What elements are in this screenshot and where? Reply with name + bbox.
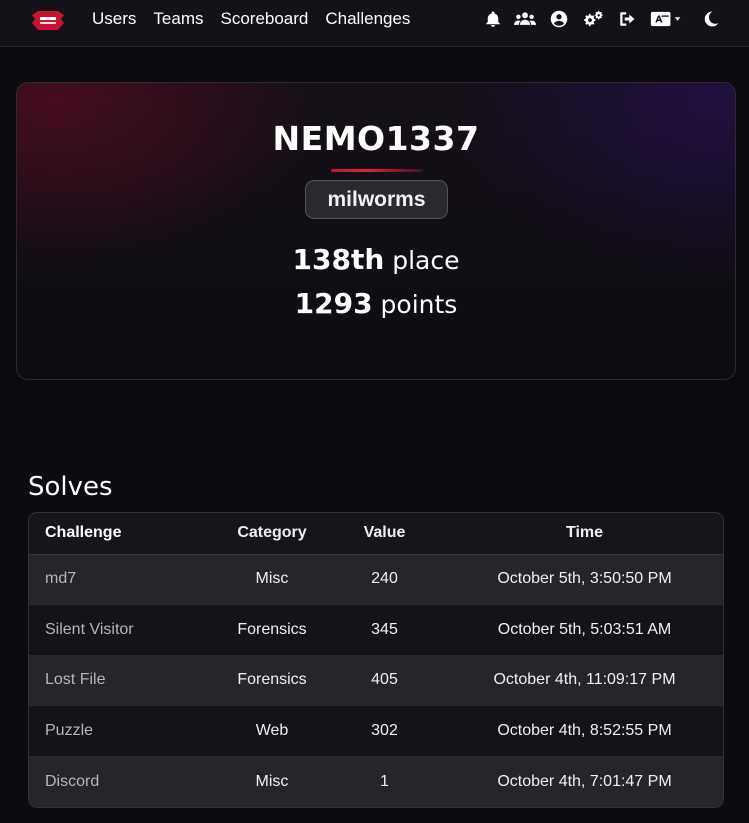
points-label: points bbox=[380, 290, 458, 319]
value-cell: 240 bbox=[323, 553, 446, 605]
moon-icon[interactable] bbox=[702, 10, 720, 28]
column-header-challenge[interactable]: Challenge bbox=[29, 513, 221, 555]
users-icon[interactable] bbox=[514, 10, 536, 28]
cogs-icon[interactable] bbox=[582, 10, 604, 28]
value-cell: 345 bbox=[323, 604, 446, 655]
time-cell: October 4th, 7:01:47 PM bbox=[446, 755, 723, 807]
points-stat: 1293 points bbox=[17, 287, 735, 320]
logout-icon[interactable] bbox=[618, 10, 636, 28]
value-cell: 302 bbox=[323, 705, 446, 756]
username: NEMO1337 bbox=[272, 119, 480, 158]
team-badge[interactable]: milworms bbox=[305, 180, 448, 219]
profile-card: NEMO1337 milworms 138th place 1293 point… bbox=[16, 82, 736, 380]
table-header-row: Challenge Category Value Time bbox=[29, 513, 723, 555]
category-cell: Misc bbox=[221, 553, 323, 605]
table-row: Puzzle Web 302 October 4th, 8:52:55 PM bbox=[29, 705, 723, 756]
user-circle-icon[interactable] bbox=[550, 10, 568, 28]
challenge-link[interactable]: Puzzle bbox=[29, 705, 221, 756]
time-cell: October 4th, 11:09:17 PM bbox=[446, 654, 723, 706]
solves-table: Challenge Category Value Time md7 Misc 2… bbox=[28, 512, 724, 808]
nav-link-users[interactable]: Users bbox=[92, 9, 136, 29]
logo[interactable] bbox=[30, 9, 66, 33]
place-label: place bbox=[392, 246, 460, 275]
time-cell: October 5th, 5:03:51 AM bbox=[446, 604, 723, 655]
bell-icon[interactable] bbox=[484, 10, 502, 28]
column-header-value[interactable]: Value bbox=[323, 513, 446, 555]
nav-links: Users Teams Scoreboard Challenges bbox=[92, 9, 410, 29]
column-header-time[interactable]: Time bbox=[446, 513, 723, 555]
table-row: Lost File Forensics 405 October 4th, 11:… bbox=[29, 654, 723, 706]
table-row: md7 Misc 240 October 5th, 3:50:50 PM bbox=[29, 553, 723, 605]
nav-link-scoreboard[interactable]: Scoreboard bbox=[220, 9, 308, 29]
category-cell: Forensics bbox=[221, 654, 323, 706]
username-underline bbox=[331, 169, 423, 172]
navbar: Users Teams Scoreboard Challenges bbox=[0, 0, 749, 47]
points-number: 1293 bbox=[294, 287, 373, 320]
challenge-link[interactable]: Discord bbox=[29, 755, 221, 807]
challenge-link[interactable]: md7 bbox=[29, 553, 221, 605]
category-cell: Web bbox=[221, 705, 323, 756]
table-row: Discord Misc 1 October 4th, 7:01:47 PM bbox=[29, 755, 723, 807]
place-number: 138th bbox=[292, 243, 385, 276]
column-header-category[interactable]: Category bbox=[221, 513, 323, 555]
time-cell: October 4th, 8:52:55 PM bbox=[446, 705, 723, 756]
value-cell: 1 bbox=[323, 755, 446, 807]
solves-title: Solves bbox=[28, 472, 113, 502]
time-cell: October 5th, 3:50:50 PM bbox=[446, 553, 723, 605]
category-cell: Misc bbox=[221, 755, 323, 807]
challenge-link[interactable]: Lost File bbox=[29, 654, 221, 706]
place-stat: 138th place bbox=[17, 243, 735, 276]
nav-link-teams[interactable]: Teams bbox=[153, 9, 203, 29]
challenge-link[interactable]: Silent Visitor bbox=[29, 604, 221, 655]
category-cell: Forensics bbox=[221, 604, 323, 655]
language-icon[interactable] bbox=[650, 10, 682, 28]
nav-link-challenges[interactable]: Challenges bbox=[325, 9, 410, 29]
value-cell: 405 bbox=[323, 654, 446, 706]
table-row: Silent Visitor Forensics 345 October 5th… bbox=[29, 604, 723, 655]
